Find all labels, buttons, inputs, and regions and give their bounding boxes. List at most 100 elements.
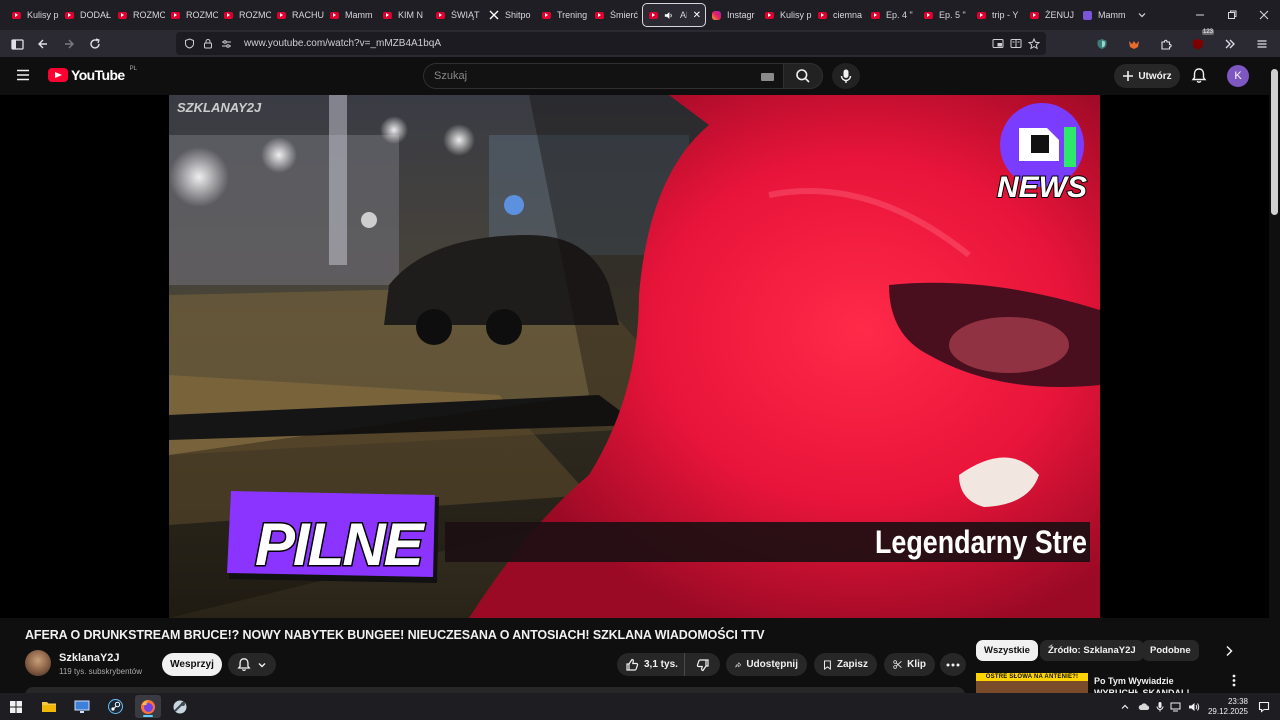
chip-all[interactable]: Wszystkie	[976, 640, 1038, 661]
more-tools-button[interactable]	[1218, 32, 1242, 56]
clip-button[interactable]: Klip	[884, 653, 935, 676]
subscription-notifications-button[interactable]	[228, 653, 276, 676]
lock-icon	[204, 39, 212, 49]
like-button[interactable]: 3,1 tys.	[617, 653, 685, 676]
start-button[interactable]	[3, 695, 29, 718]
app-menu-button[interactable]	[1250, 32, 1274, 56]
tab[interactable]: KIM N	[377, 3, 430, 27]
url-bar[interactable]: www.youtube.com/watch?v=_mMZB4A1bqA	[176, 32, 1046, 55]
network-icon[interactable]	[1170, 702, 1182, 712]
tab[interactable]: Mamm	[1077, 3, 1130, 27]
url-text[interactable]: www.youtube.com/watch?v=_mMZB4A1bqA	[244, 38, 441, 49]
puzzle-icon	[1161, 39, 1172, 50]
chip-from-channel[interactable]: Źródło: SzklanaY2J	[1040, 640, 1144, 661]
tab[interactable]: Kulisy p	[6, 3, 59, 27]
tab-list-dropdown-button[interactable]	[1130, 3, 1154, 27]
taskbar-file-explorer[interactable]	[36, 695, 62, 718]
tab-list: Kulisy p DODAŁ ROZMO ROZMO ROZMO RACHU Mamm KIM…	[0, 0, 1130, 30]
tab-label: trip - Y	[992, 10, 1019, 20]
tab-active[interactable]: AFE ✕	[642, 3, 706, 27]
share-button[interactable]: Udostępnij	[726, 653, 807, 676]
close-window-button[interactable]	[1248, 0, 1280, 30]
scrollbar-thumb[interactable]	[1271, 69, 1278, 215]
chips-next-button[interactable]	[1220, 642, 1238, 660]
page-scrollbar[interactable]	[1269, 57, 1280, 693]
youtube-logo[interactable]: YouTube PL	[48, 66, 137, 83]
tab[interactable]: ROZMO	[112, 3, 165, 27]
monitor-icon	[74, 700, 90, 713]
channel-avatar[interactable]	[25, 650, 51, 676]
video-still: SZKLANAY2J NEWS PILNE Legendarny Stre	[169, 95, 1100, 618]
account-avatar[interactable]: K	[1227, 65, 1249, 87]
clip-label: Klip	[907, 659, 926, 670]
tab[interactable]: ŻENUJ	[1024, 3, 1077, 27]
forward-button[interactable]	[57, 32, 81, 56]
create-button[interactable]: Utwórz	[1114, 64, 1180, 88]
tab[interactable]: ROZMO	[165, 3, 218, 27]
recommendation-title[interactable]: Po Tym Wywiadzie WYBUCHŁ SKANDAL! Wściek…	[1094, 675, 1222, 695]
sidebar-toggle-button[interactable]	[5, 32, 29, 56]
restore-button[interactable]	[1216, 0, 1248, 30]
tab[interactable]: Ep. 5 "	[918, 3, 971, 27]
taskbar-monitor-app[interactable]	[69, 695, 95, 718]
bookmark-star-icon[interactable]	[1028, 37, 1040, 50]
save-button[interactable]: Zapisz	[814, 653, 877, 676]
plus-icon	[1123, 71, 1134, 81]
search-button[interactable]	[783, 63, 823, 89]
chevron-up-icon[interactable]	[1120, 702, 1130, 712]
minimize-button[interactable]	[1184, 0, 1216, 30]
video-player[interactable]: SZKLANAY2J NEWS PILNE Legendarny Stre	[0, 95, 1269, 618]
more-vertical-icon	[1232, 674, 1236, 687]
tab[interactable]: ROZMO	[218, 3, 271, 27]
channel-name[interactable]: SzklanaY2J	[59, 652, 120, 664]
tab[interactable]: Mamm	[324, 3, 377, 27]
youtube-wordmark: YouTube	[71, 67, 125, 83]
tab[interactable]: RACHU	[271, 3, 324, 27]
tab[interactable]: ciemna	[812, 3, 865, 27]
tab[interactable]: DODAŁ	[59, 3, 112, 27]
dislike-button[interactable]	[685, 653, 720, 676]
extensions-button[interactable]	[1154, 32, 1178, 56]
clock[interactable]: 23:38 29.12.2025	[1208, 697, 1248, 717]
vpn-extension-button[interactable]	[1090, 32, 1114, 56]
tab[interactable]: Trening	[536, 3, 589, 27]
youtube-icon	[330, 11, 339, 19]
picture-in-picture-icon[interactable]	[992, 38, 1004, 49]
extension-fox-button[interactable]	[1122, 32, 1146, 56]
more-actions-button[interactable]	[940, 653, 966, 676]
taskbar-firefox[interactable]	[135, 695, 161, 718]
tab[interactable]: Śmierć	[589, 3, 642, 27]
video-frame[interactable]: SZKLANAY2J NEWS PILNE Legendarny Stre	[169, 95, 1100, 618]
notifications-button[interactable]	[1191, 67, 1207, 84]
cloud-icon[interactable]	[1138, 702, 1150, 712]
tab[interactable]: Instagr	[706, 3, 759, 27]
voice-search-button[interactable]	[832, 63, 860, 89]
tab[interactable]: trip - Y	[971, 3, 1024, 27]
news-channel-logo: NEWS	[996, 103, 1088, 205]
guide-menu-button[interactable]	[15, 67, 31, 83]
youtube-icon	[871, 11, 880, 19]
tab[interactable]: Shitpo	[483, 3, 536, 27]
hamburger-icon	[17, 69, 29, 81]
tab[interactable]: Kulisy p	[759, 3, 812, 27]
microphone-icon[interactable]	[1156, 701, 1164, 712]
search-input[interactable]	[434, 70, 734, 82]
recommendation-menu-button[interactable]	[1232, 674, 1236, 687]
ublock-button[interactable]: 123	[1186, 29, 1214, 56]
reader-view-icon[interactable]	[1010, 38, 1022, 49]
taskbar-app[interactable]	[167, 695, 193, 718]
back-button[interactable]	[31, 32, 55, 56]
audio-playing-icon[interactable]	[664, 11, 674, 20]
notification-icon[interactable]	[1258, 701, 1270, 713]
keyboard-icon[interactable]	[761, 73, 774, 81]
tab-label: Kulisy p	[780, 10, 812, 20]
reload-button[interactable]	[83, 32, 107, 56]
close-tab-icon[interactable]: ✕	[693, 10, 701, 21]
support-button[interactable]: Wesprzyj	[162, 653, 222, 676]
tab[interactable]: Ep. 4 "	[865, 3, 918, 27]
chip-related[interactable]: Podobne	[1142, 640, 1199, 661]
youtube-icon	[65, 11, 74, 19]
speaker-icon[interactable]	[1188, 702, 1200, 712]
tab[interactable]: ŚWIĄT	[430, 3, 483, 27]
taskbar-steam[interactable]	[102, 695, 128, 718]
